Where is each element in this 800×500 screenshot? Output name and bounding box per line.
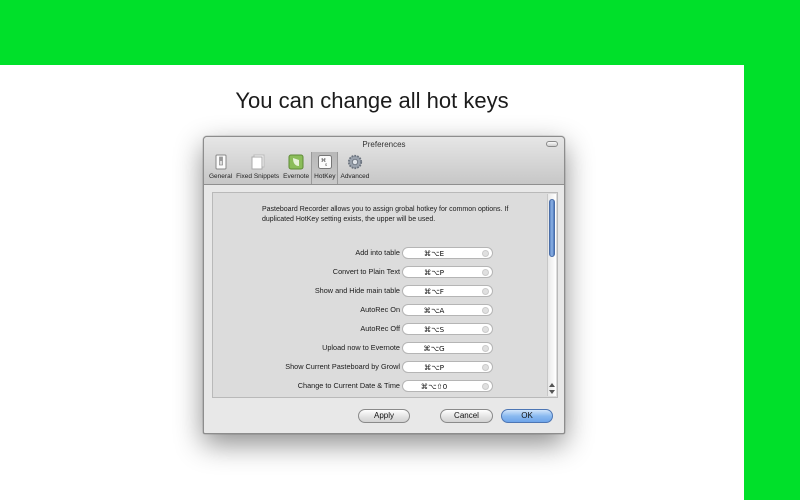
snippets-icon <box>250 153 266 171</box>
hotkey-row: AutoRec Off ⌘⌥S <box>213 323 543 335</box>
hotkey-label: AutoRec On <box>360 305 400 314</box>
svg-text:s: s <box>325 162 327 167</box>
clear-icon[interactable] <box>482 307 489 314</box>
hotkey-row: Show and Hide main table ⌘⌥F <box>213 285 543 297</box>
window-title: Preferences <box>362 140 406 149</box>
hotkey-label: Convert to Plain Text <box>332 267 400 276</box>
hotkey-row: Change to Current Date & Time ⌘⌥⇧0 <box>213 380 543 392</box>
clear-icon[interactable] <box>482 364 489 371</box>
ok-button[interactable]: OK <box>501 409 553 423</box>
clear-icon[interactable] <box>482 269 489 276</box>
hotkey-label: Show and Hide main table <box>314 286 400 295</box>
toolbar-toggle-button[interactable] <box>546 141 558 147</box>
hotkey-value: ⌘⌥P <box>423 268 445 277</box>
hotkey-icon: ⌘ s <box>317 153 333 171</box>
clear-icon[interactable] <box>482 250 489 257</box>
hotkey-value: ⌘⌥E <box>423 249 445 258</box>
hotkey-field-show-hide-table[interactable]: ⌘⌥F <box>402 285 493 297</box>
hotkey-label: AutoRec Off <box>360 324 400 333</box>
hotkey-field-add-into-table[interactable]: ⌘⌥E <box>402 247 493 259</box>
green-banner-right <box>744 65 800 500</box>
tab-advanced-label: Advanced <box>340 173 370 180</box>
tab-evernote[interactable]: Evernote <box>281 152 311 184</box>
hotkey-row: Show Current Pasteboard by Growl ⌘⌥P <box>213 361 543 373</box>
hotkey-description: Pasteboard Recorder allows you to assign… <box>262 206 509 223</box>
hotkey-value: ⌘⌥G <box>423 344 445 353</box>
hotkey-label: Change to Current Date & Time <box>297 381 400 390</box>
page-headline: You can change all hot keys <box>235 88 509 113</box>
apply-button[interactable]: Apply <box>358 409 410 423</box>
hotkey-label: Upload now to Evernote <box>322 343 400 352</box>
hotkey-row: AutoRec On ⌘⌥A <box>213 304 543 316</box>
gear-icon <box>347 153 363 171</box>
green-banner-top <box>0 0 800 65</box>
scroll-up-arrow-icon[interactable] <box>549 383 555 387</box>
tab-fixed-snippets[interactable]: Fixed Snippets <box>234 152 281 184</box>
hotkey-value: ⌘⌥P <box>423 363 445 372</box>
hotkey-value: ⌘⌥S <box>423 325 445 334</box>
clear-icon[interactable] <box>482 326 489 333</box>
clear-icon[interactable] <box>482 288 489 295</box>
tab-general[interactable]: General <box>207 152 234 184</box>
evernote-icon <box>288 153 304 171</box>
hotkey-field-convert-plain-text[interactable]: ⌘⌥P <box>402 266 493 278</box>
tab-hotkey-label: HotKey <box>314 173 336 180</box>
hotkey-row: Upload now to Evernote ⌘⌥G <box>213 342 543 354</box>
clear-icon[interactable] <box>482 383 489 390</box>
hotkey-label: Show Current Pasteboard by Growl <box>285 362 400 371</box>
hotkey-field-show-pasteboard-growl[interactable]: ⌘⌥P <box>402 361 493 373</box>
clear-icon[interactable] <box>482 345 489 352</box>
scroll-down-arrow-icon[interactable] <box>549 390 555 394</box>
scrollbar-thumb[interactable] <box>549 199 555 257</box>
hotkey-value: ⌘⌥A <box>423 306 445 315</box>
cancel-button[interactable]: Cancel <box>440 409 493 423</box>
preferences-window: Preferences General Fixed Snippets Evern… <box>203 136 565 434</box>
vertical-scrollbar[interactable] <box>547 194 556 396</box>
tab-fixed-snippets-label: Fixed Snippets <box>236 173 280 180</box>
tab-general-label: General <box>209 173 233 180</box>
hotkey-label: Add into table <box>355 248 400 257</box>
switch-icon <box>213 153 229 171</box>
hotkey-field-autorec-on[interactable]: ⌘⌥A <box>402 304 493 316</box>
hotkey-field-upload-evernote[interactable]: ⌘⌥G <box>402 342 493 354</box>
window-titlebar: Preferences General Fixed Snippets Evern… <box>204 137 564 185</box>
tab-evernote-label: Evernote <box>283 173 310 180</box>
hotkey-row: Convert to Plain Text ⌘⌥P <box>213 266 543 278</box>
hotkey-row: Add into table ⌘⌥E <box>213 247 543 259</box>
preferences-toolbar: General Fixed Snippets Evernote ⌘ s HotKe… <box>207 152 371 184</box>
hotkey-value: ⌘⌥F <box>424 287 444 296</box>
hotkey-field-autorec-off[interactable]: ⌘⌥S <box>402 323 493 335</box>
tab-advanced[interactable]: Advanced <box>338 152 371 184</box>
hotkey-value: ⌘⌥⇧0 <box>420 382 448 391</box>
tab-hotkey[interactable]: ⌘ s HotKey <box>311 152 339 184</box>
hotkey-settings-panel: Pasteboard Recorder allows you to assign… <box>212 192 558 398</box>
hotkey-field-current-date-time[interactable]: ⌘⌥⇧0 <box>402 380 493 392</box>
